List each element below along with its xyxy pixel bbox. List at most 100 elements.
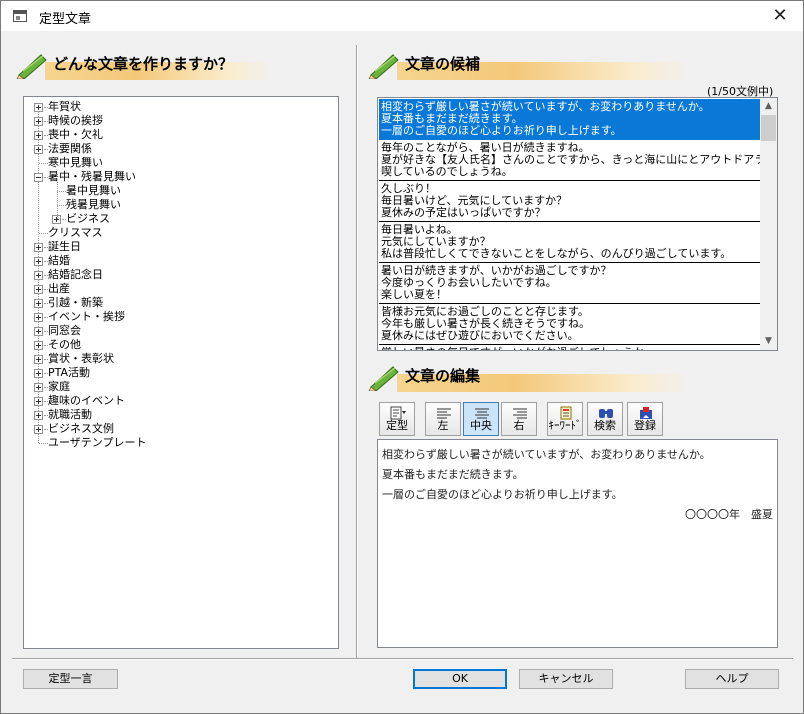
- expand-plus-icon[interactable]: [34, 355, 43, 364]
- vertical-divider: [356, 45, 358, 659]
- tree-item-label: ビジネス: [66, 212, 110, 225]
- template-button-label: 定型: [386, 419, 408, 432]
- tree-item-label: 賞状・表彰状: [48, 352, 114, 365]
- align-right-button[interactable]: 右: [501, 402, 537, 436]
- tree-connector: [39, 163, 48, 164]
- expand-plus-icon[interactable]: [34, 369, 43, 378]
- expand-plus-icon[interactable]: [34, 411, 43, 420]
- expand-plus-icon[interactable]: [34, 131, 43, 140]
- pencil-icon: [16, 54, 47, 79]
- tree-item[interactable]: その他: [24, 338, 336, 352]
- tree-item-label: 引越・新築: [48, 296, 103, 309]
- tree-item[interactable]: 喪中・欠礼: [24, 128, 336, 142]
- candidate-item[interactable]: 暑い日が続きますが、いかがお過ごしですか？ 今度ゆっくりお会いしたいですね。 楽しい…: [379, 263, 761, 304]
- search-label: 検索: [594, 419, 616, 432]
- tree-item[interactable]: 結婚: [24, 254, 336, 268]
- tree-item[interactable]: 同窓会: [24, 324, 336, 338]
- cancel-button[interactable]: キャンセル: [519, 669, 613, 689]
- tree-item[interactable]: 暑中見舞い: [24, 184, 336, 198]
- tree-item-label: その他: [48, 338, 81, 351]
- scroll-up-icon[interactable]: ▲: [760, 98, 777, 115]
- tree-connector: [57, 191, 66, 192]
- keyword-button[interactable]: ｷｰﾜｰﾄﾞ: [547, 402, 583, 436]
- close-button[interactable]: ✕: [757, 1, 803, 31]
- editor-signature: 〇〇〇〇年 盛夏: [685, 508, 773, 521]
- candidate-item[interactable]: 久しぶり！ 毎日暑いけど、元気にしていますか？ 夏休みの予定はいっぱいですか？: [379, 181, 761, 222]
- expand-plus-icon[interactable]: [34, 397, 43, 406]
- tree-item[interactable]: 暑中・残暑見舞い: [24, 170, 336, 184]
- align-left-button[interactable]: 左: [425, 402, 461, 436]
- search-button[interactable]: 検索: [587, 402, 623, 436]
- tree-item[interactable]: 年賀状: [24, 100, 336, 114]
- tree-item[interactable]: PTA活動: [24, 366, 336, 380]
- tree-item-label: イベント・挨拶: [48, 310, 125, 323]
- expand-plus-icon[interactable]: [34, 103, 43, 112]
- align-center-button[interactable]: 中央: [463, 402, 499, 436]
- edit-section-header: 文章の編集: [367, 363, 697, 392]
- tree-item[interactable]: 法要関係: [24, 142, 336, 156]
- tree-item[interactable]: 就職活動: [24, 408, 336, 422]
- candidate-scrollbar[interactable]: ▲ ▼: [760, 98, 777, 350]
- tree-item[interactable]: 時候の挨拶: [24, 114, 336, 128]
- tree-item[interactable]: ユーザテンプレート: [24, 436, 336, 450]
- candidate-line: 厳しい暑さの毎日ですが、いかがお過ごしでしょうか。: [381, 347, 759, 351]
- template-button[interactable]: 定型: [379, 402, 415, 436]
- tree-item[interactable]: 趣味のイベント: [24, 394, 336, 408]
- expand-plus-icon[interactable]: [34, 285, 43, 294]
- tree-item[interactable]: ビジネス: [24, 212, 336, 226]
- tree-item[interactable]: 出産: [24, 282, 336, 296]
- tree-item[interactable]: イベント・挨拶: [24, 310, 336, 324]
- expand-plus-icon[interactable]: [34, 257, 43, 266]
- text-editor[interactable]: 相変わらず厳しい暑さが続いていますが、お変わりありませんか。 夏本番もまだまだ続…: [377, 439, 778, 648]
- candidate-item[interactable]: 皆様お元気にお過ごしのことと存じます。 今年も厳しい暑さが長く続きそうですね。 夏休…: [379, 304, 761, 345]
- tree-item-label: 誕生日: [48, 240, 81, 253]
- ok-button[interactable]: OK: [413, 669, 507, 689]
- candidate-item[interactable]: 相変わらず厳しい暑さが続いていますが、お変わりありませんか。 夏本番もまだまだ続き…: [379, 99, 761, 140]
- tree-item[interactable]: 家庭: [24, 380, 336, 394]
- candidate-item[interactable]: 厳しい暑さの毎日ですが、いかがお過ごしでしょうか。: [379, 345, 761, 351]
- tree-item[interactable]: クリスマス: [24, 226, 336, 240]
- teikei-ichigen-button[interactable]: 定型一言: [23, 669, 118, 689]
- candidate-line: 楽しい夏を！: [381, 288, 447, 301]
- candidate-line: 私は普段忙しくてできないことをしながら、のんびり過ごしています。: [381, 247, 732, 260]
- expand-plus-icon[interactable]: [34, 243, 43, 252]
- tree-item-label: 暑中・残暑見舞い: [48, 170, 136, 183]
- align-left-label: 左: [437, 419, 449, 432]
- expand-plus-icon[interactable]: [34, 145, 43, 154]
- tree-item-label: 寒中見舞い: [48, 156, 103, 169]
- expand-plus-icon[interactable]: [34, 341, 43, 350]
- candidate-item[interactable]: 毎日暑いよね。 元気にしていますか？ 私は普段忙しくてできないことをしながら、のんび…: [379, 222, 761, 263]
- expand-plus-icon[interactable]: [34, 271, 43, 280]
- align-right-label: 右: [513, 419, 525, 432]
- candidate-list[interactable]: 厳しい暑さの毎日ですが、いかがお過ごしでしょうか。 皆様お元気にお過ごしのことと存…: [377, 97, 778, 351]
- tree-item[interactable]: 残暑見舞い: [24, 198, 336, 212]
- editor-line: 一層のご自愛のほど心よりお祈り申し上げます。: [382, 488, 623, 501]
- expand-plus-icon[interactable]: [34, 327, 43, 336]
- help-button[interactable]: ヘルプ: [685, 669, 779, 689]
- category-tree[interactable]: 年賀状 時候の挨拶 喪中・欠礼 法要関係 寒中見舞い 暑中・残暑見舞い 暑中見舞い 残暑見舞い…: [23, 96, 339, 649]
- tree-item[interactable]: 引越・新築: [24, 296, 336, 310]
- expand-plus-icon[interactable]: [34, 383, 43, 392]
- tree-item[interactable]: 賞状・表彰状: [24, 352, 336, 366]
- tree-item-label: ユーザテンプレート: [48, 436, 147, 449]
- left-section-header: どんな文章を作りますか？: [15, 51, 275, 80]
- edit-header-title: 文章の編集: [405, 367, 481, 385]
- tree-item[interactable]: 寒中見舞い: [24, 156, 336, 170]
- candidate-item[interactable]: 毎年のことながら、暑い日が続きますね。 夏が好きな【友人氏名】さんのことですから、…: [379, 140, 761, 181]
- tree-item-label: 喪中・欠礼: [48, 128, 103, 141]
- scroll-down-icon[interactable]: ▼: [760, 333, 777, 350]
- expand-plus-icon[interactable]: [34, 313, 43, 322]
- tree-item-label: クリスマス: [48, 226, 103, 239]
- scroll-thumb[interactable]: [761, 115, 776, 141]
- expand-plus-icon[interactable]: [34, 425, 43, 434]
- collapse-minus-icon[interactable]: [34, 173, 43, 182]
- expand-plus-icon[interactable]: [34, 117, 43, 126]
- tree-connector: [39, 233, 48, 234]
- register-button[interactable]: 登録: [627, 402, 663, 436]
- tree-item-label: 出産: [48, 282, 70, 295]
- tree-item[interactable]: 誕生日: [24, 240, 336, 254]
- expand-plus-icon[interactable]: [34, 299, 43, 308]
- register-label: 登録: [634, 419, 656, 432]
- tree-item[interactable]: 結婚記念日: [24, 268, 336, 282]
- tree-item[interactable]: ビジネス文例: [24, 422, 336, 436]
